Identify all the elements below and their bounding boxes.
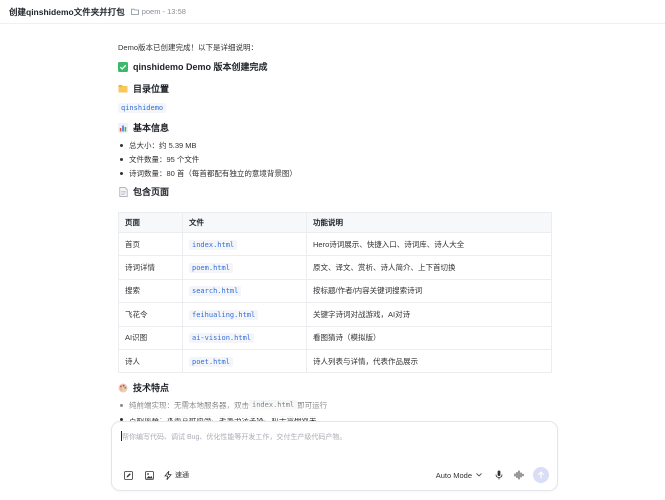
dir-line: qinshidemo — [118, 103, 552, 113]
bullet — [120, 143, 123, 147]
table-cell: search.html — [182, 278, 307, 304]
file-name: index.html — [189, 239, 238, 250]
bullet — [120, 157, 123, 161]
table-cell: 原文、译文、赏析、诗人简介、上下首切换 — [306, 255, 552, 280]
list-item: 总大小：约 5.39 MB — [118, 140, 552, 150]
table-cell: feihualing.html — [182, 302, 307, 327]
microphone-icon — [495, 470, 503, 480]
voice-input-button[interactable] — [493, 469, 505, 481]
pencil-square-icon — [123, 470, 133, 480]
tech-heading: 技术特点 — [118, 381, 552, 394]
mode-label: Auto Mode — [435, 470, 472, 480]
waveform-icon — [514, 470, 524, 480]
dir-heading: 目录位置 — [118, 82, 552, 95]
table-cell: poem.html — [182, 255, 307, 280]
mode-selector[interactable]: Auto Mode — [436, 471, 482, 480]
lightning-icon — [164, 470, 172, 480]
table-cell: 诗人 — [118, 348, 183, 374]
table-cell: 看图猜诗（模拟版） — [306, 325, 552, 350]
info-item-text: 总大小：约 5.39 MB — [129, 140, 197, 150]
timestamp: 13:58 — [167, 7, 186, 16]
inline-code: index.html — [249, 400, 298, 411]
column-header: 页面 — [118, 212, 183, 233]
conversation-title: 创建qinshidemo文件夹并打包 — [9, 6, 125, 17]
info-item-text: 诗词数量：80 首（每首都配有独立的意境背景图） — [129, 168, 297, 178]
image-icon — [144, 470, 154, 480]
table-cell: 按标题/作者/内容关键词搜索诗词 — [306, 278, 552, 304]
table-cell: ai-vision.html — [182, 325, 307, 350]
table-row: 诗词详情 poem.html 原文、译文、赏析、诗人简介、上下首切换 — [118, 255, 552, 280]
dir-path: qinshidemo — [118, 103, 167, 113]
conversation-meta: poem - 13:58 — [130, 7, 186, 16]
table-row: 搜索 search.html 按标题/作者/内容关键词搜索诗词 — [118, 278, 552, 304]
folder-name[interactable]: poem — [142, 7, 161, 16]
table-row: 诗人 poet.html 诗人列表与详情，代表作品展示 — [118, 348, 552, 374]
file-name: poet.html — [189, 356, 233, 367]
pages-heading: 包含页面 — [118, 185, 552, 198]
info-heading-text: 基本信息 — [133, 123, 170, 133]
done-heading: qinshidemo Demo 版本创建完成 — [118, 60, 552, 73]
folder-icon — [130, 8, 139, 15]
table-cell: 诗词详情 — [118, 255, 183, 280]
table-cell: 飞花令 — [118, 302, 183, 327]
bullet — [120, 403, 123, 407]
composer-actions: Auto Mode — [436, 467, 549, 483]
file-name: search.html — [189, 286, 242, 297]
info-list: 总大小：约 5.39 MB 文件数量：95 个文件 诗词数量：80 首（每首都配… — [118, 140, 552, 178]
speed-mode-label: 速通 — [175, 472, 189, 479]
check-icon — [118, 61, 128, 72]
chevron-down-icon — [476, 473, 482, 477]
pages-table: 页面 文件 功能说明 首页 index.html Hero诗词展示、快捷入口、诗… — [118, 212, 552, 374]
tech-item-text: 即可运行 — [297, 400, 328, 410]
list-item: 文件数量：95 个文件 — [118, 154, 552, 164]
bullet — [120, 171, 123, 175]
table-cell: 搜索 — [118, 278, 183, 304]
list-item: 纯前端实现：无需本地服务器，双击 index.html 即可运行 — [118, 400, 552, 411]
image-upload-button[interactable] — [143, 469, 155, 481]
intro-text: Demo版本已创建完成！以下是详细说明： — [118, 43, 259, 52]
tech-heading-text: 技术特点 — [133, 383, 170, 394]
top-bar: 创建qinshidemo文件夹并打包 poem - 13:58 — [0, 0, 665, 24]
table-cell: 关键字诗词对战游戏，AI对诗 — [306, 302, 552, 327]
table-row: AI识图 ai-vision.html 看图猜诗（模拟版） — [118, 325, 552, 350]
meta-separator: - — [160, 7, 168, 16]
speed-mode-button[interactable]: 速通 — [164, 470, 189, 480]
table-cell: Hero诗词展示、快捷入口、诗词库、诗人大全 — [306, 231, 552, 257]
file-name: poem.html — [189, 263, 233, 274]
file-name: ai-vision.html — [189, 333, 255, 344]
send-button[interactable] — [533, 467, 549, 483]
info-item-text: 文件数量：95 个文件 — [129, 154, 200, 164]
table-cell: AI识图 — [118, 325, 183, 350]
done-heading-text: qinshidemo Demo 版本创建完成 — [133, 62, 268, 72]
column-header: 文件 — [182, 212, 307, 233]
table-row: 首页 index.html Hero诗词展示、快捷入口、诗词库、诗人大全 — [118, 231, 552, 257]
table-cell: 诗人列表与详情，代表作品展示 — [306, 348, 552, 374]
bar-chart-icon — [118, 122, 128, 133]
column-header: 功能说明 — [306, 212, 552, 233]
edit-tool-button[interactable] — [122, 469, 134, 481]
audio-button[interactable] — [513, 469, 525, 481]
composer-tools: 速通 — [122, 469, 189, 481]
arrow-up-icon — [538, 471, 544, 479]
table-row: 飞花令 feihualing.html 关键字诗词对战游戏，AI对诗 — [118, 302, 552, 327]
table-cell: poet.html — [182, 348, 307, 374]
page-icon — [118, 186, 128, 197]
list-item: 诗词数量：80 首（每首都配有独立的意境背景图） — [118, 168, 552, 178]
pages-heading-text: 包含页面 — [133, 187, 170, 197]
composer-input[interactable]: 帮你编写代码、调试 Bug、优化性能等开发工作，交付生产级代码产物。 — [122, 432, 346, 442]
table-cell: index.html — [182, 231, 307, 257]
info-heading: 基本信息 — [118, 121, 552, 134]
dir-heading-text: 目录位置 — [133, 84, 170, 94]
assistant-message: Demo版本已创建完成！以下是详细说明： qinshidemo Demo 版本创… — [118, 42, 552, 424]
table-cell: 首页 — [118, 231, 183, 257]
tech-item-text: 纯前端实现：无需本地服务器，双击 — [129, 400, 249, 410]
chat-composer[interactable]: 帮你编写代码、调试 Bug、优化性能等开发工作，交付生产级代码产物。 速通 Au… — [111, 421, 558, 491]
table-header-row: 页面 文件 功能说明 — [118, 212, 552, 233]
folder-icon — [118, 84, 128, 94]
file-name: feihualing.html — [189, 309, 259, 320]
palette-icon — [118, 383, 128, 393]
